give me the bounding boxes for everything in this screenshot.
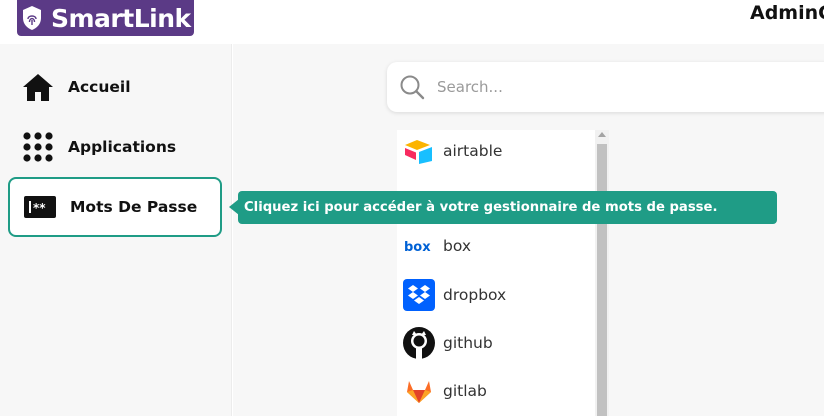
list-item-gitlab[interactable]: gitlab: [403, 373, 593, 409]
top-bar: SmartLink AdminC: [0, 0, 824, 44]
list-item-github[interactable]: github: [403, 325, 593, 361]
app-label: box: [443, 237, 472, 255]
search-icon: [399, 74, 425, 100]
user-name[interactable]: AdminC: [750, 2, 824, 24]
onboarding-tooltip: Cliquez ici pour accéder à votre gestion…: [238, 191, 777, 224]
app-list: airtable box box dropbox github gitlab: [397, 130, 597, 416]
svg-text:box: box: [404, 240, 431, 255]
search-input[interactable]: [435, 77, 795, 97]
sidebar-item-label: Accueil: [68, 78, 131, 96]
dropbox-icon: [403, 279, 435, 311]
main-content: airtable box box dropbox: [233, 44, 824, 416]
box-icon: box: [403, 230, 435, 262]
shield-fingerprint-icon: [21, 5, 43, 31]
gitlab-icon: [403, 375, 435, 407]
app-label: dropbox: [443, 286, 507, 304]
apps-grid-icon: [21, 130, 55, 164]
sidebar-item-applications[interactable]: Applications: [8, 117, 222, 177]
app-label: airtable: [443, 142, 503, 160]
scroll-thumb[interactable]: [597, 144, 607, 416]
github-icon: [403, 327, 435, 359]
search-bar[interactable]: [387, 62, 824, 112]
list-item-box[interactable]: box box: [403, 228, 593, 264]
scroll-up-icon[interactable]: [598, 132, 606, 137]
app-label: github: [443, 334, 493, 352]
brand-logo[interactable]: SmartLink: [17, 0, 194, 36]
sidebar-item-label: Mots De Passe: [70, 198, 198, 216]
airtable-icon: [403, 135, 435, 167]
scrollbar[interactable]: [595, 130, 609, 416]
sidebar-item-accueil[interactable]: Accueil: [8, 57, 222, 117]
list-item-dropbox[interactable]: dropbox: [403, 277, 593, 313]
password-icon: **: [23, 190, 57, 224]
svg-text:**: **: [33, 201, 46, 215]
home-icon: [21, 70, 55, 104]
sidebar: Accueil Applications ** Mots De Passe: [0, 44, 232, 416]
sidebar-item-label: Applications: [68, 138, 177, 156]
sidebar-item-mots-de-passe[interactable]: ** Mots De Passe: [8, 177, 222, 237]
list-item-airtable[interactable]: airtable: [403, 133, 593, 169]
app-label: gitlab: [443, 382, 487, 400]
brand-name: SmartLink: [51, 3, 191, 33]
